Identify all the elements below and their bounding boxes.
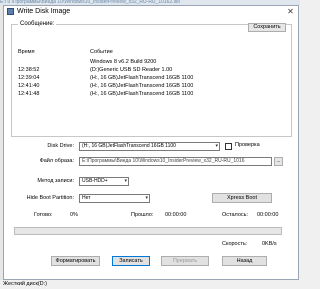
disk-drive-value: (H:, 16 GB)JetFlashTranscend 16GB 1100 <box>82 143 176 149</box>
back-button[interactable]: Назад <box>222 256 267 266</box>
close-button[interactable]: ✕ <box>285 7 296 16</box>
log-time: 12:41:48 <box>18 91 40 97</box>
hide-boot-select[interactable]: Нет ▾ <box>79 194 150 203</box>
log-row[interactable]: 12:41:48 (H:, 16 GB)JetFlashTranscend 16G… <box>18 90 284 98</box>
disk-drive-label: Disk Drive: <box>47 143 74 149</box>
format-button[interactable]: Форматировать <box>51 256 100 266</box>
speed-value: 0KB/s <box>262 241 277 247</box>
image-file-label: Файл образа: <box>39 158 74 164</box>
log-event: Windows 8 v6.2 Build 9200 <box>90 59 157 65</box>
status-bar: Жесткий диск(D:) <box>0 280 300 289</box>
save-log-button[interactable]: Сохранить <box>248 23 286 32</box>
abort-button[interactable]: Прервать <box>161 256 209 266</box>
disk-drive-select[interactable]: (H:, 16 GB)JetFlashTranscend 16GB 1100 ▾ <box>79 142 220 151</box>
hide-boot-label: Hide Boot Partition: <box>26 195 74 201</box>
elapsed-value: 00:00:00 <box>165 212 187 218</box>
window-title: Write Disk Image <box>17 8 71 15</box>
log-row[interactable]: 12:38:52 (D:)Generic USB SD Reader 1.00 <box>18 66 284 74</box>
log-list[interactable]: Windows 8 v6.2 Build 9200 12:38:52 (D:)Ge… <box>18 58 284 98</box>
verify-label: Проверка <box>235 142 260 148</box>
write-method-value: USB-HDD+ <box>82 178 108 184</box>
xpress-boot-button[interactable]: Xpress Boot <box>212 193 272 203</box>
verify-checkbox[interactable] <box>225 143 232 150</box>
title-bar[interactable]: Write Disk Image ✕ <box>4 6 298 18</box>
messages-legend: Сообщение: <box>18 21 57 27</box>
speed-label: Скорость: <box>222 241 248 247</box>
write-method-label: Метод записи: <box>37 178 74 184</box>
log-event: (H:, 16 GB)JetFlashTranscend 16GB 1100 <box>90 75 194 81</box>
log-event: (H:, 16 GB)JetFlashTranscend 16GB 1100 <box>90 83 194 89</box>
chevron-down-icon: ▾ <box>124 178 127 184</box>
log-row[interactable]: 12:41:40 (H:, 16 GB)JetFlashTranscend 16G… <box>18 82 284 90</box>
messages-group: Сообщение: Сохранить Время Событие Windo… <box>11 21 292 137</box>
log-event: (D:)Generic USB SD Reader 1.00 <box>90 67 173 73</box>
done-label: Готово: <box>34 212 53 218</box>
image-file-field[interactable]: E:\Программы\Виндa 10\Windows10_InsiderP… <box>79 157 272 166</box>
remaining-label: Осталось: <box>222 212 249 218</box>
hide-boot-value: Нет <box>82 195 91 201</box>
app-icon <box>7 8 14 15</box>
progress-bar <box>14 227 282 235</box>
log-row[interactable]: 12:39:04 (H:, 16 GB)JetFlashTranscend 16G… <box>18 74 284 82</box>
column-time: Время <box>18 49 35 55</box>
log-time: 12:41:40 <box>18 83 40 89</box>
log-time: 12:38:52 <box>18 67 40 73</box>
chevron-down-icon: ▾ <box>215 143 218 149</box>
done-value: 0% <box>70 212 78 218</box>
write-method-select[interactable]: USB-HDD+ ▾ <box>79 177 129 186</box>
browse-button[interactable]: ... <box>274 157 283 166</box>
elapsed-label: Прошло: <box>131 212 154 218</box>
chevron-down-icon: ▾ <box>145 195 148 201</box>
remaining-value: 00:00:00 <box>257 212 279 218</box>
write-button[interactable]: Записать <box>112 256 150 266</box>
log-row[interactable]: Windows 8 v6.2 Build 9200 <box>18 58 284 66</box>
log-event: (H:, 16 GB)JetFlashTranscend 16GB 1100 <box>90 91 194 97</box>
log-time: 12:39:04 <box>18 75 40 81</box>
log-header: Время Событие <box>18 49 278 57</box>
column-event: Событие <box>90 49 113 55</box>
